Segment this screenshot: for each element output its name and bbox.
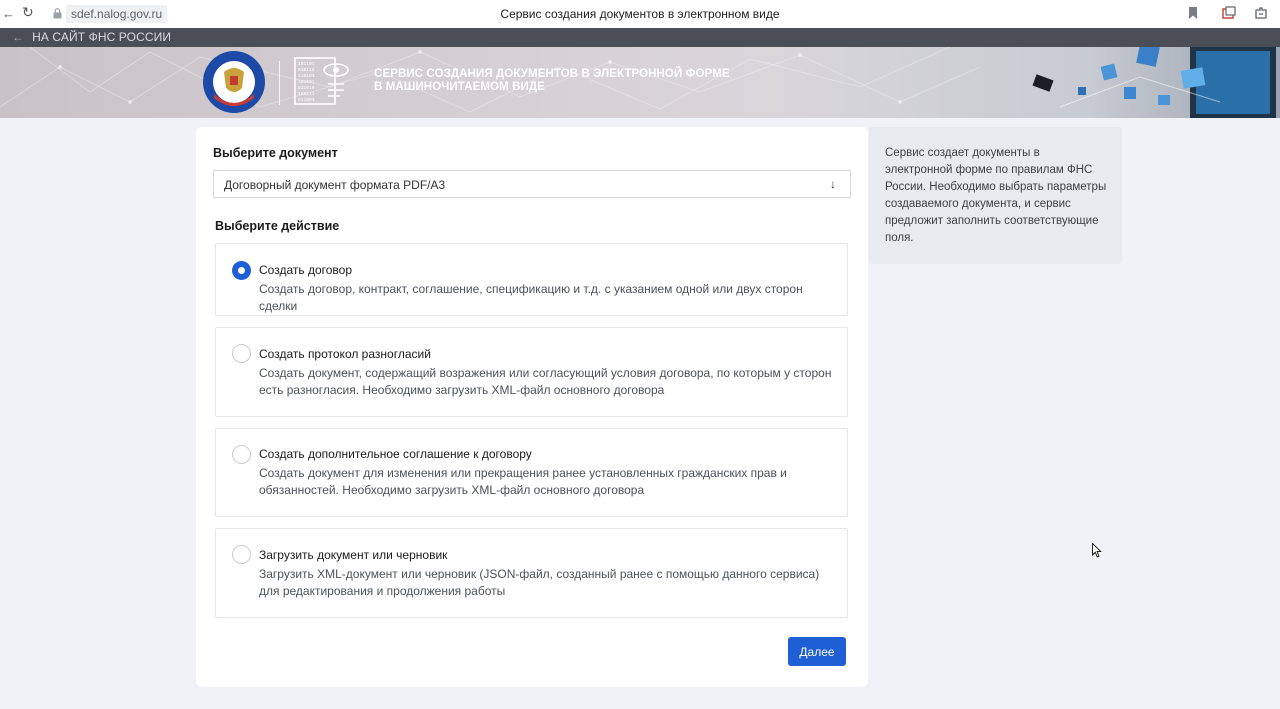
option-title: Создать дополнительное соглашение к дого… bbox=[259, 447, 532, 461]
svg-text:101001: 101001 bbox=[298, 79, 315, 85]
option-create-disagreement-protocol[interactable]: Создать протокол разногласий Создать док… bbox=[215, 327, 848, 417]
option-upload-document[interactable]: Загрузить документ или черновик Загрузит… bbox=[215, 528, 848, 618]
collections-icon[interactable] bbox=[1222, 6, 1236, 20]
lock-icon bbox=[53, 8, 62, 19]
extensions-icon[interactable] bbox=[1254, 6, 1268, 20]
svg-text:110101: 110101 bbox=[298, 73, 315, 79]
document-select-value: Договорный документ формата PDF/A3 bbox=[224, 178, 446, 192]
service-title: СЕРВИС СОЗДАНИЯ ДОКУМЕНТОВ В ЭЛЕКТРОННОЙ… bbox=[374, 68, 730, 94]
address-bar[interactable]: sdef.nalog.gov.ru bbox=[66, 5, 168, 23]
option-create-contract[interactable]: Создать договор Создать договор, контрак… bbox=[215, 243, 848, 316]
page-title-bar: Сервис создания документов в электронном… bbox=[500, 7, 780, 21]
bookmark-icon[interactable] bbox=[1186, 6, 1200, 20]
option-description: Загрузить XML-документ или черновик (JSO… bbox=[259, 567, 820, 598]
document-label: Выберите документ bbox=[213, 146, 338, 160]
option-title: Создать договор bbox=[259, 263, 352, 277]
option-description: Создать договор, контракт, соглашение, с… bbox=[259, 282, 803, 313]
header-banner: 101101 010110 110101 101001 011010 100111 0… bbox=[0, 47, 1280, 118]
radio-upload-document[interactable] bbox=[232, 545, 251, 564]
svg-text:011010: 011010 bbox=[298, 85, 315, 91]
service-title-line1: СЕРВИС СОЗДАНИЯ ДОКУМЕНТОВ В ЭЛЕКТРОННОЙ… bbox=[374, 68, 730, 80]
radio-create-additional-agreement[interactable] bbox=[232, 445, 251, 464]
reload-icon[interactable]: ↻ bbox=[22, 4, 34, 21]
service-title-line2: В МАШИНОЧИТАЕМОМ ВИДЕ bbox=[374, 81, 545, 93]
option-create-additional-agreement[interactable]: Создать дополнительное соглашение к дого… bbox=[215, 428, 848, 517]
browser-bar: ← ↻ sdef.nalog.gov.ru Сервис создания до… bbox=[0, 0, 1280, 28]
top-strip: ← НА САЙТ ФНС РОССИИ bbox=[0, 28, 1280, 47]
document-select[interactable]: Договорный документ формата PDF/A3 ↓ bbox=[213, 170, 851, 198]
header-divider bbox=[279, 61, 280, 105]
fns-emblem-logo bbox=[203, 51, 265, 113]
svg-text:010110: 010110 bbox=[298, 67, 315, 73]
action-label: Выберите действие bbox=[215, 219, 340, 233]
svg-text:011001: 011001 bbox=[298, 97, 315, 103]
digital-document-logo: 101101010110 110101101001 011010100111 0… bbox=[294, 57, 349, 105]
back-arrow-icon[interactable]: ← bbox=[2, 6, 15, 21]
option-description: Создать документ, содержащий возражения … bbox=[259, 366, 832, 397]
arrow-left-icon: ← bbox=[12, 30, 25, 44]
option-description: Создать документ для изменения или прекр… bbox=[259, 466, 787, 497]
radio-create-contract[interactable] bbox=[232, 261, 251, 280]
next-button[interactable]: Далее bbox=[788, 637, 846, 666]
svg-text:101101: 101101 bbox=[298, 61, 315, 67]
radio-create-disagreement-protocol[interactable] bbox=[232, 344, 251, 363]
info-text: Сервис создает документы в электронной ф… bbox=[885, 147, 1107, 244]
option-title: Загрузить документ или черновик bbox=[259, 548, 448, 562]
option-title: Создать протокол разногласий bbox=[259, 347, 431, 361]
document-form-card: Выберите документ Договорный документ фо… bbox=[196, 127, 868, 687]
info-panel: Сервис создает документы в электронной ф… bbox=[869, 127, 1122, 264]
back-to-fns-link[interactable]: ← НА САЙТ ФНС РОССИИ bbox=[12, 30, 171, 44]
svg-text:100111: 100111 bbox=[298, 91, 315, 97]
tech-illustration bbox=[1032, 47, 1276, 118]
arrow-down-icon: ↓ bbox=[830, 177, 836, 191]
mouse-cursor-icon bbox=[1092, 543, 1102, 558]
back-link-label: НА САЙТ ФНС РОССИИ bbox=[32, 30, 172, 44]
